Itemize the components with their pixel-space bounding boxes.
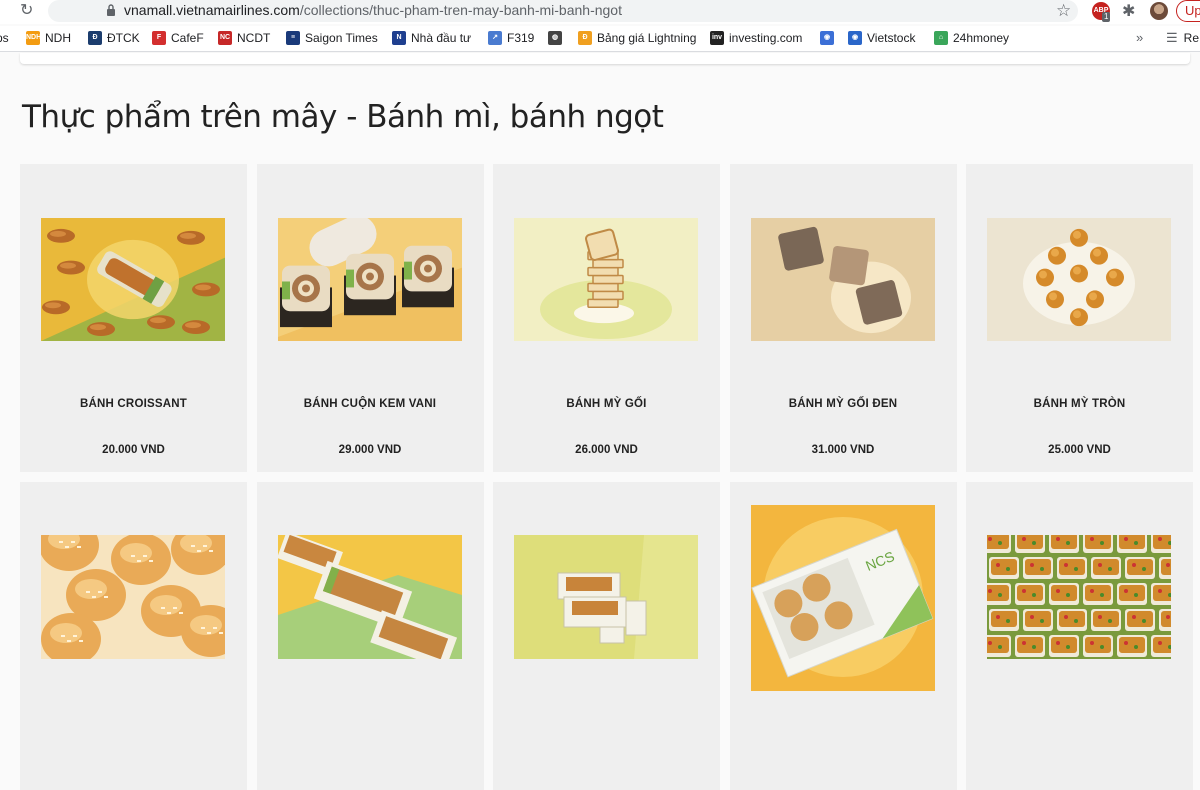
reading-list-button[interactable]: ☰ Re — [1166, 30, 1199, 46]
bookmark-label: investing.com — [729, 31, 803, 45]
site-header — [20, 53, 1190, 64]
bookmark-8[interactable]: ◍ — [548, 31, 562, 45]
dtck-icon: Đ — [88, 31, 102, 45]
bookmark-4[interactable]: NC NCDT — [218, 31, 270, 45]
page-title: Thực phẩm trên mây - Bánh mì, bánh ngọt — [22, 99, 664, 135]
reading-list-label: Re — [1183, 31, 1199, 45]
bookmark-5[interactable]: ≡ Saigon Times — [286, 31, 378, 45]
bookmark-label: Bảng giá Lightning — [597, 31, 697, 45]
bookmark-star-icon[interactable]: ☆ — [1056, 1, 1071, 21]
more-bookmarks-chevron-icon[interactable]: » — [1136, 30, 1143, 45]
bookmark-9[interactable]: Đ Bảng giá Lightning — [578, 31, 696, 45]
product-card[interactable]: BÁNH MỲ TRÒN 25.000 VND — [966, 164, 1193, 472]
product-card[interactable] — [493, 482, 720, 790]
product-card[interactable]: BÁNH MỲ GỐI ĐEN 31.000 VND — [729, 164, 957, 472]
globe-icon: ◍ — [548, 31, 562, 45]
bookmark-10[interactable]: inv investing.com — [710, 31, 802, 45]
bookmark-label: Saigon Times — [305, 31, 378, 45]
product-image[interactable]: NCS — [750, 505, 935, 691]
bookmark-label: F319 — [507, 31, 535, 45]
adblock-count-badge: 1 — [1102, 12, 1111, 22]
page-content: Thực phẩm trên mây - Bánh mì, bánh ngọt … — [0, 53, 1200, 790]
product-image[interactable] — [514, 535, 698, 659]
reload-icon[interactable]: ↻ — [20, 2, 33, 20]
url-path: /collections/thuc-pham-tren-may-banh-mi-… — [299, 2, 622, 18]
product-card[interactable]: BÁNH CUỘN KEM VANI 29.000 VND — [256, 164, 484, 472]
product-image[interactable] — [514, 218, 698, 341]
bookmark-1[interactable]: NDH NDH — [26, 31, 71, 45]
product-card[interactable] — [966, 482, 1193, 790]
bookmark-label: Nhà đầu tư — [411, 31, 472, 45]
bookmark-label: 24hmoney — [953, 31, 1010, 45]
bookmark-label: NDH — [45, 31, 71, 45]
product-name[interactable]: BÁNH MỲ GỐI — [493, 398, 720, 410]
product-card[interactable]: BÁNH MỲ GỐI 26.000 VND — [493, 164, 720, 472]
bookmark-13[interactable]: ⌂ 24hmoney — [934, 31, 1009, 45]
product-name[interactable]: BÁNH CUỘN KEM VANI — [257, 398, 484, 410]
lightning-icon: Đ — [578, 31, 592, 45]
investing-icon: inv — [710, 31, 724, 45]
product-price: 25.000 VND — [1048, 444, 1111, 456]
bookmark-label: ĐTCK — [107, 31, 140, 45]
f319-icon: ↗ — [488, 31, 502, 45]
product-image[interactable] — [987, 535, 1171, 659]
nhadautu-icon: N — [392, 31, 406, 45]
product-image[interactable] — [41, 218, 225, 341]
bookmark-11[interactable]: ◉ — [820, 31, 834, 45]
product-image[interactable] — [987, 218, 1171, 341]
bookmark-label: CafeF — [171, 31, 204, 45]
product-price: 31.000 VND — [811, 444, 875, 456]
bookmark-3[interactable]: F CafeF — [152, 31, 204, 45]
bookmark-12[interactable]: ◉ Vietstock — [848, 31, 915, 45]
product-name[interactable]: BÁNH MỲ GỐI ĐEN — [730, 398, 957, 410]
product-price: 29.000 VND — [338, 444, 402, 456]
product-image[interactable] — [277, 218, 462, 341]
bookmarks-bar: psNDHNDHĐĐTCKFCafeFNCNCDT≡Saigon TimesNN… — [0, 26, 1200, 52]
bookmark-2[interactable]: Đ ĐTCK — [88, 31, 140, 45]
reading-list-icon: ☰ — [1166, 30, 1178, 45]
lock-icon — [107, 4, 115, 16]
address-bar[interactable]: vnamall.vietnamairlines.com/collections/… — [48, 0, 1078, 22]
extensions-puzzle-icon[interactable]: ✱ — [1122, 1, 1135, 21]
profile-avatar[interactable] — [1150, 2, 1168, 20]
bookmark-label: ps — [0, 31, 9, 45]
vietstock-icon: ◉ — [848, 31, 862, 45]
product-card[interactable] — [20, 482, 247, 790]
bookmark-label: NCDT — [237, 31, 271, 45]
browser-toolbar: ↻ vnamall.vietnamairlines.com/collection… — [0, 0, 1200, 24]
ncdt-icon: NC — [218, 31, 232, 45]
bookmark-label: Vietstock — [867, 31, 916, 45]
product-card[interactable]: BÁNH CROISSANT 20.000 VND — [20, 164, 247, 472]
product-price: 20.000 VND — [102, 444, 165, 456]
product-card[interactable] — [256, 482, 484, 790]
bookmark-6[interactable]: N Nhà đầu tư — [392, 31, 471, 45]
update-button[interactable]: Up — [1176, 0, 1200, 22]
bookmark-0[interactable]: ps — [0, 31, 9, 45]
product-image[interactable] — [277, 535, 462, 659]
cafef-icon: F — [152, 31, 166, 45]
product-card[interactable]: NCS — [729, 482, 957, 790]
product-name[interactable]: BÁNH MỲ TRÒN — [966, 398, 1193, 410]
saigon-times-icon: ≡ — [286, 31, 300, 45]
product-name[interactable]: BÁNH CROISSANT — [20, 398, 247, 410]
product-image[interactable] — [750, 218, 935, 341]
24hmoney-icon: ⌂ — [934, 31, 948, 45]
url-text: vnamall.vietnamairlines.com/collections/… — [124, 2, 622, 18]
bookmark-7[interactable]: ↗ F319 — [488, 31, 534, 45]
product-image[interactable] — [41, 535, 225, 659]
product-price: 26.000 VND — [575, 444, 638, 456]
ndh-icon: NDH — [26, 31, 41, 45]
circle-logo-icon: ◉ — [820, 31, 834, 45]
url-host: vnamall.vietnamairlines.com — [124, 2, 300, 18]
